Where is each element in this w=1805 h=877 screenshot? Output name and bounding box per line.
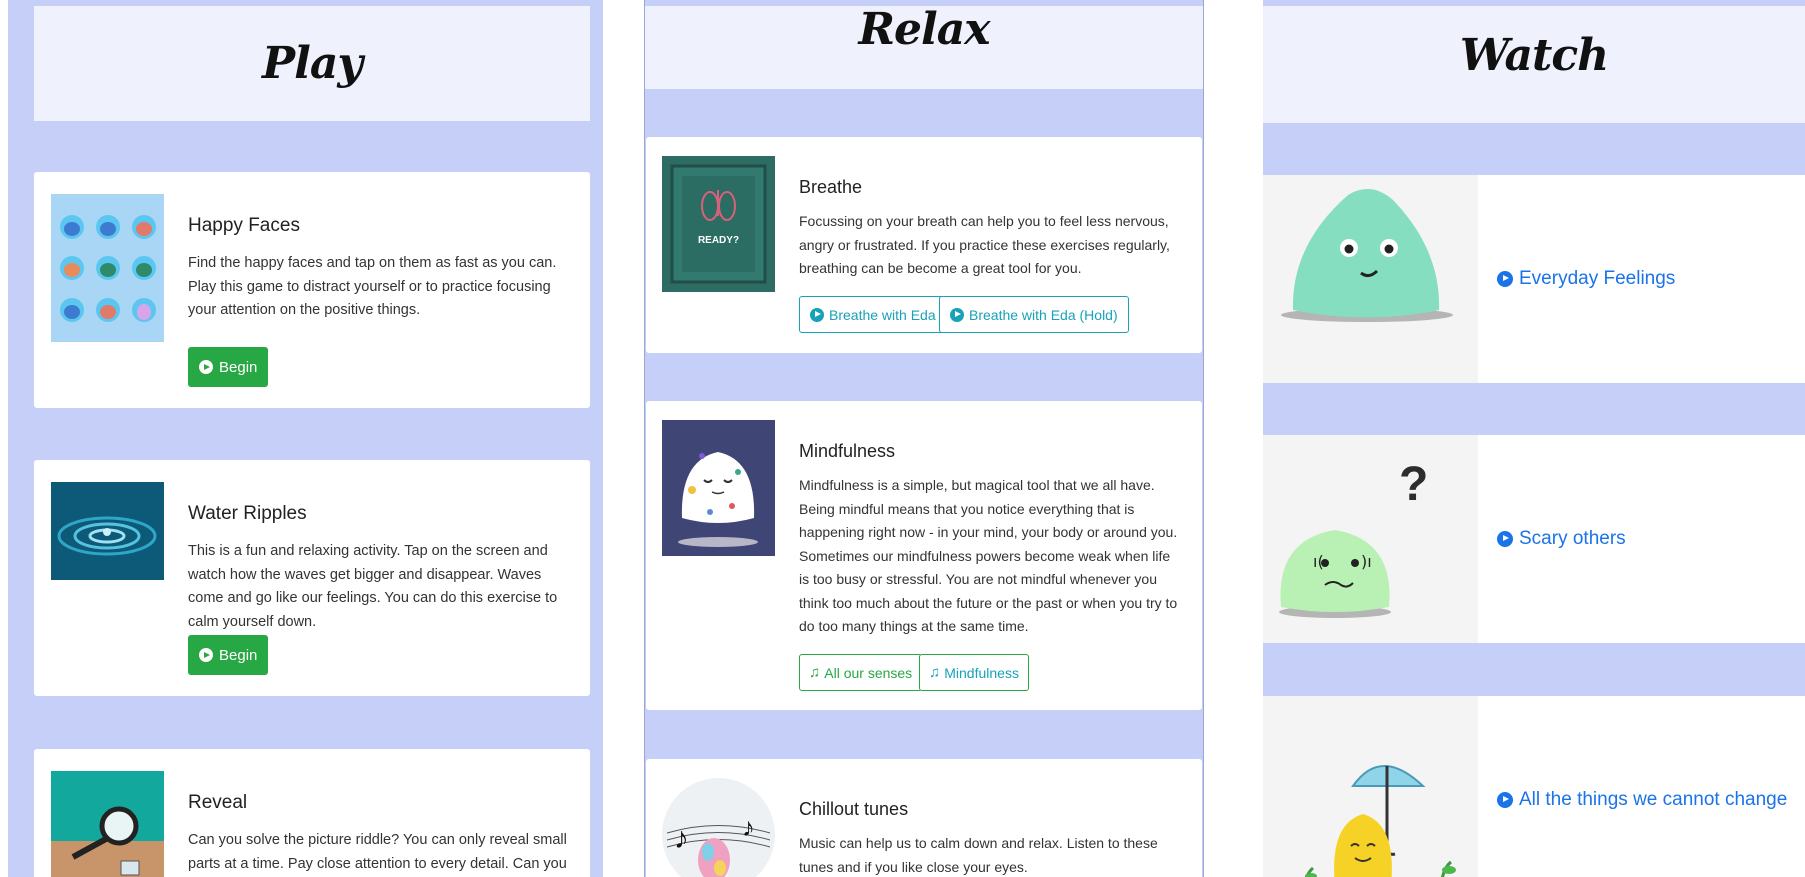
card-description: This is a fun and relaxing activity. Tap… [188, 543, 558, 630]
water-ripples-thumbnail [51, 482, 164, 580]
water-ripples-image [51, 482, 164, 580]
music-note-icon: ♫ [809, 664, 821, 681]
question-mark-icon: ? [1399, 458, 1429, 511]
reveal-card: Reveal Can you solve the picture riddle?… [34, 749, 590, 877]
mindfulness-thumbnail [662, 420, 775, 556]
breathe-with-eda-hold-button[interactable]: Breathe with Eda (Hold) [939, 296, 1129, 333]
water-ripples-card: Water Ripples This is a fun and relaxing… [34, 460, 590, 696]
everyday-feelings-item: Everyday Feelings [1263, 175, 1805, 383]
link-label: Scary others [1519, 528, 1626, 549]
everyday-feelings-link[interactable]: Everyday Feelings [1497, 175, 1675, 383]
button-label: Breathe with Eda [829, 306, 936, 323]
play-panel: Play Happy Faces Find the happy faces an… [8, 0, 603, 877]
svg-text:♪: ♪ [742, 812, 755, 842]
card-title: Water Ripples [188, 503, 307, 524]
magnifier-image [51, 806, 164, 877]
worried-blob-image: ı( )ı [1279, 530, 1391, 618]
breathe-thumbnail: READY? [662, 156, 775, 292]
ready-label: READY? [697, 235, 740, 246]
relax-panel: Relax READY? Breathe Focussing on your b… [644, 0, 1204, 877]
card-title: Mindfulness [799, 441, 896, 461]
mindfulness-card: Mindfulness Mindfulness is a simple, but… [646, 401, 1202, 710]
button-label: Breathe with Eda (Hold) [969, 306, 1118, 323]
button-label: Begin [219, 646, 258, 664]
card-title: Chillout tunes [799, 799, 909, 819]
button-label: All our senses [824, 664, 913, 681]
button-label: Mindfulness [944, 664, 1019, 681]
mindfulness-audio-button[interactable]: ♫ Mindfulness [919, 654, 1029, 691]
everyday-feelings-thumbnail [1263, 175, 1478, 383]
relax-title: Relax [858, 4, 990, 55]
cannot-change-link[interactable]: All the things we cannot change [1497, 696, 1787, 877]
happy-faces-thumbnail [51, 194, 164, 342]
happy-faces-image [60, 215, 156, 322]
watch-header: Watch [1263, 6, 1805, 123]
watch-panel: Watch Everyday Feelings ı()ı ? Scary ot… [1263, 0, 1805, 877]
umbrella-character-image [1304, 765, 1456, 877]
relax-header: Relax [645, 6, 1203, 89]
card-description: Mindfulness is a simple, but magical too… [799, 477, 1178, 634]
happy-faces-card: Happy Faces Find the happy faces and tap… [34, 172, 590, 408]
cannot-change-item: All the things we cannot change [1263, 696, 1805, 877]
scary-others-thumbnail: ı( )ı ? [1263, 435, 1478, 643]
link-label: Everyday Feelings [1519, 268, 1676, 289]
begin-button[interactable]: Begin [188, 635, 269, 675]
play-circle-icon [199, 648, 213, 662]
card-title: Breathe [799, 177, 863, 197]
green-blob-image [1281, 189, 1453, 322]
chillout-tunes-card: ♪ ♪ Chillout tunes Music can help us to … [646, 759, 1202, 877]
card-description: Music can help us to calm down and relax… [799, 835, 1158, 875]
card-title: Reveal [188, 792, 248, 813]
link-label: All the things we cannot change [1519, 789, 1788, 810]
meditating-character-image [662, 420, 775, 556]
breathe-card: READY? Breathe Focussing on your breath … [646, 137, 1202, 353]
cannot-change-thumbnail [1263, 696, 1478, 877]
music-note-icon: ♫ [929, 664, 941, 681]
svg-text:♪: ♪ [674, 822, 689, 855]
play-circle-icon [1497, 531, 1513, 547]
watch-title: Watch [1459, 30, 1609, 81]
play-circle-icon [199, 360, 213, 374]
breathe-with-eda-button[interactable]: Breathe with Eda [799, 296, 947, 333]
button-label: Begin [219, 358, 258, 376]
svg-text:)ı: )ı [1361, 552, 1372, 571]
scary-others-item: ı( )ı ? Scary others [1263, 435, 1805, 643]
all-our-senses-button[interactable]: ♫ All our senses [799, 654, 923, 691]
play-title: Play [262, 38, 363, 89]
scary-others-link[interactable]: Scary others [1497, 435, 1626, 643]
begin-button[interactable]: Begin [188, 347, 269, 387]
card-description: Focussing on your breath can help you to… [799, 213, 1170, 276]
music-character-image: ♪ ♪ [666, 812, 771, 877]
play-circle-icon [810, 307, 824, 322]
play-circle-icon [950, 307, 964, 322]
play-header: Play [34, 6, 590, 121]
reveal-thumbnail [51, 771, 164, 877]
play-circle-icon [1497, 271, 1513, 287]
card-title: Happy Faces [188, 215, 300, 236]
card-description: Find the happy faces and tap on them as … [188, 255, 557, 318]
breathe-image [670, 164, 767, 284]
card-description: Can you solve the picture riddle? You ca… [188, 832, 567, 872]
play-circle-icon [1497, 792, 1513, 808]
chillout-tunes-thumbnail: ♪ ♪ [662, 778, 775, 877]
